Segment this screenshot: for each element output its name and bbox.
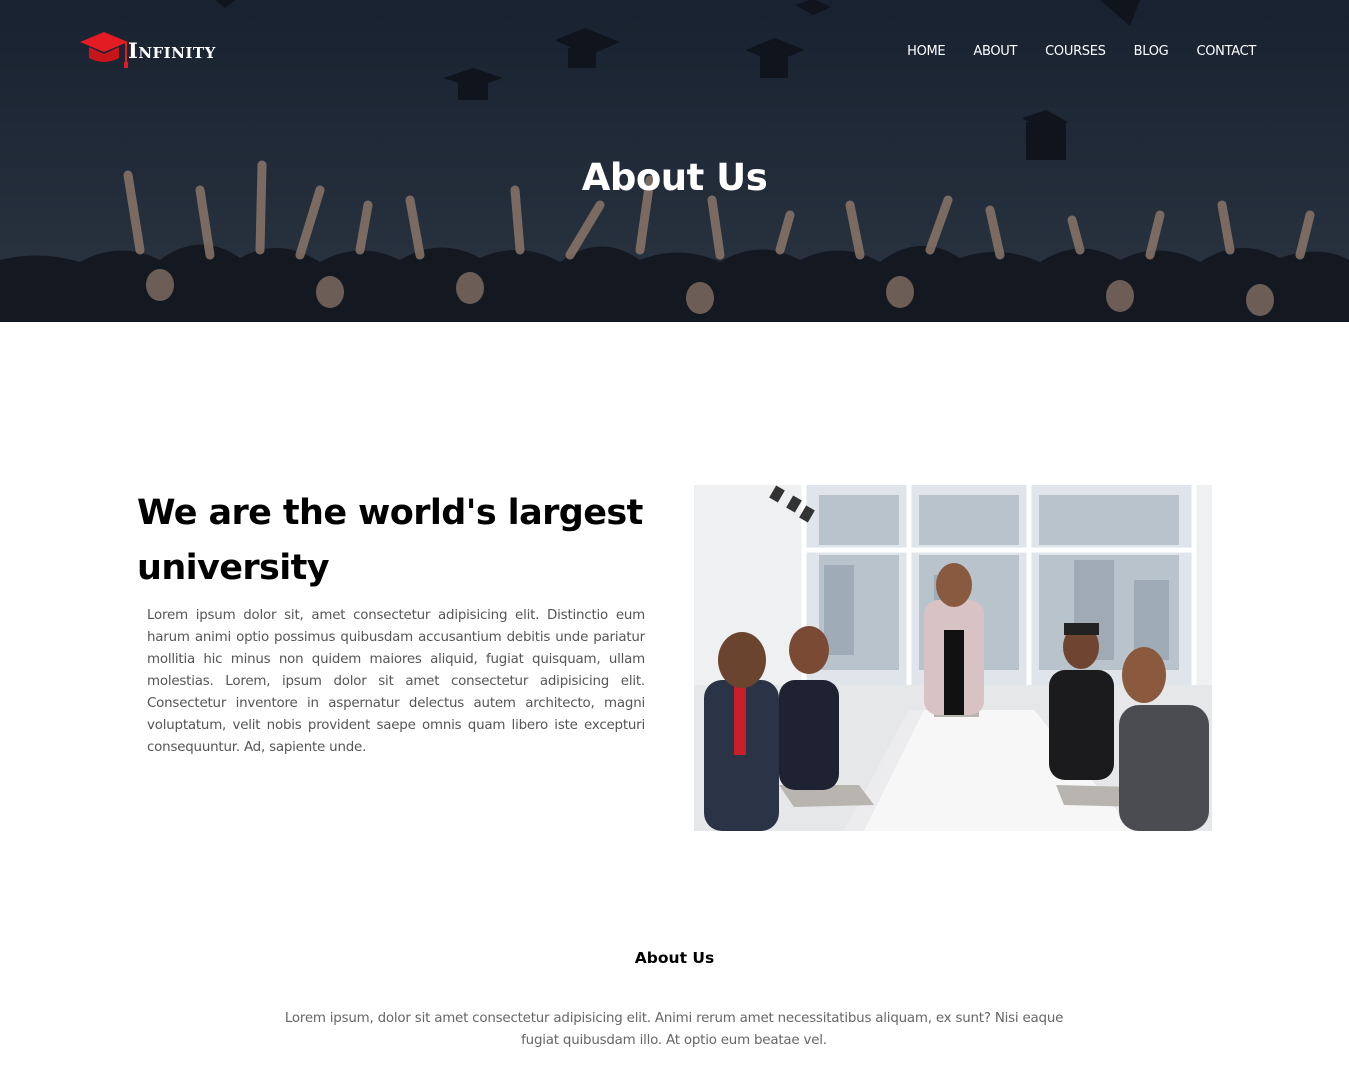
hero-banner: Infinity HOME ABOUT COURSES BLOG CONTACT… <box>0 0 1349 322</box>
nav-blog[interactable]: BLOG <box>1134 42 1169 62</box>
nav-home[interactable]: HOME <box>907 42 946 62</box>
team-meeting-photo <box>694 485 1212 831</box>
nav-contact[interactable]: CONTACT <box>1196 42 1256 62</box>
hero-title: About Us <box>581 156 768 199</box>
graduation-cap-icon <box>80 32 128 68</box>
team-meeting-illustration <box>694 485 1212 831</box>
section-title: About Us <box>634 949 715 967</box>
nav-about[interactable]: ABOUT <box>973 42 1017 62</box>
section-paragraph: Lorem ipsum, dolor sit amet consectetur … <box>284 1011 1064 1048</box>
brand-logo[interactable]: Infinity <box>80 28 216 72</box>
about-paragraph: Lorem ipsum dolor sit, amet consectetur … <box>147 608 645 755</box>
nav-courses[interactable]: COURSES <box>1045 42 1106 62</box>
main-navigation: HOME ABOUT COURSES BLOG CONTACT <box>907 42 1256 62</box>
about-heading: We are the world's largest university <box>137 493 643 588</box>
brand-name: Infinity <box>128 37 216 63</box>
